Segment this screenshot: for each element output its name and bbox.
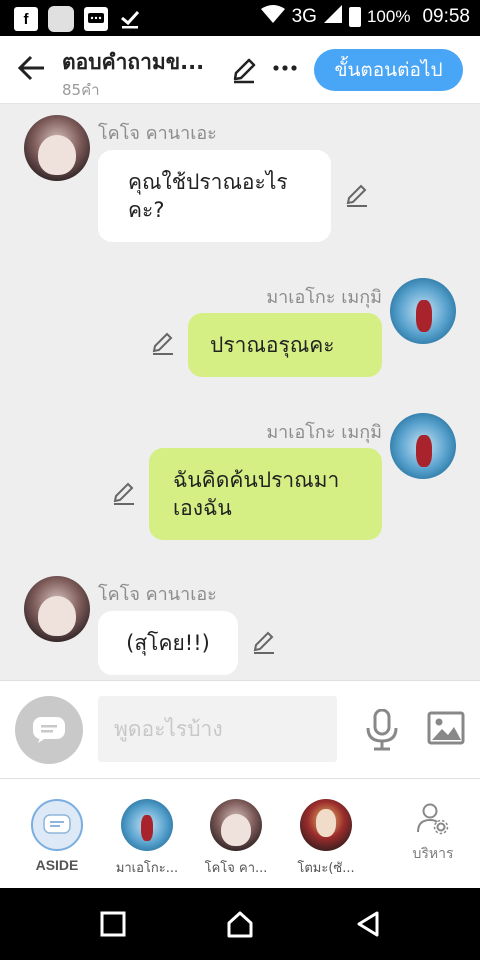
next-step-button[interactable]: ขั้นตอนต่อไป [314,49,463,91]
page-title: ตอบคำถามข... [62,50,205,74]
signal-icon [323,4,343,29]
edit-message-icon[interactable] [251,629,277,655]
image-button[interactable] [427,711,465,745]
speech-bubble-icon [33,717,65,743]
edit-message-icon[interactable] [344,182,370,208]
app-icon [48,6,74,32]
pencil-icon [233,58,256,84]
character-bar: ASIDE มาเอโกะ... โคโจ คา... โตมะ(ซั... บ… [0,779,480,888]
character-name: ASIDE [35,857,79,873]
message-input[interactable] [98,696,337,762]
character-kanae[interactable]: โคโจ คา... [191,799,281,878]
character-name: โคโจ คา... [204,861,268,876]
download-done-icon [118,7,142,31]
character-toma[interactable]: โตมะ(ซั... [281,799,371,878]
chat-area[interactable]: โคโจ คานาเอะ คุณใช้ปราณอะไรคะ? มาเอโกะ เ… [0,104,480,680]
back-nav-button[interactable] [354,910,382,938]
network-type: 3G [291,5,317,27]
edit-message-icon[interactable] [150,330,176,356]
aside-toggle-button[interactable] [15,696,83,764]
microphone-icon [366,708,398,751]
microphone-button[interactable] [364,708,400,751]
edit-title-button[interactable] [230,56,258,84]
image-icon [427,711,465,745]
message-bubble[interactable]: คุณใช้ปราณอะไรคะ? [98,150,331,242]
battery-percent: 100% [366,6,411,26]
wifi-icon [260,4,286,29]
speech-bubble-icon [43,814,71,834]
message-bubble[interactable]: ปราณอรุณคะ [188,313,382,377]
message-bubble[interactable]: (สุโคย!!) [98,611,238,675]
more-options-button[interactable] [270,52,300,84]
character-makomo[interactable]: มาเอโกะ... [102,799,192,878]
recent-apps-button[interactable] [99,910,127,938]
status-bar: f 3G 100% 09:58 [0,0,480,36]
character-aside[interactable]: ASIDE [12,799,102,873]
avatar [121,799,173,851]
avatar[interactable] [24,576,90,642]
battery-icon [348,6,361,27]
user-settings-icon [417,803,449,835]
home-icon [227,911,253,938]
square-icon [100,911,126,937]
home-button[interactable] [226,910,254,938]
arrow-left-icon [17,55,44,81]
avatar[interactable] [390,413,456,479]
sender-name: โคโจ คานาเอะ [98,584,217,605]
avatar[interactable] [24,115,90,181]
clock: 09:58 [422,5,470,27]
sender-name: มาเอโกะ เมกุมิ [266,287,382,308]
character-name: มาเอโกะ... [115,861,179,876]
edit-message-icon[interactable] [111,480,137,506]
navigation-bar [0,888,480,960]
word-count: 85คำ [62,81,100,99]
triangle-back-icon [357,911,379,937]
manage-button[interactable]: บริหาร [400,801,466,865]
avatar [210,799,262,851]
header: ตอบคำถามข... 85คำ ขั้นตอนต่อไป [0,36,480,104]
message-bubble[interactable]: ฉันคิดค้นปราณมาเองฉัน [149,448,382,540]
manage-label: บริหาร [412,846,454,862]
input-bar [0,680,480,779]
character-name: โตมะ(ซั... [297,861,355,876]
sender-name: โคโจ คานาเอะ [98,123,217,144]
message-icon [84,7,108,31]
avatar [300,799,352,851]
sender-name: มาเอโกะ เมกุมิ [266,422,382,443]
avatar[interactable] [390,278,456,344]
more-icon [273,65,297,71]
aside-avatar [31,799,83,851]
back-button[interactable] [16,52,48,84]
facebook-icon: f [14,7,38,31]
